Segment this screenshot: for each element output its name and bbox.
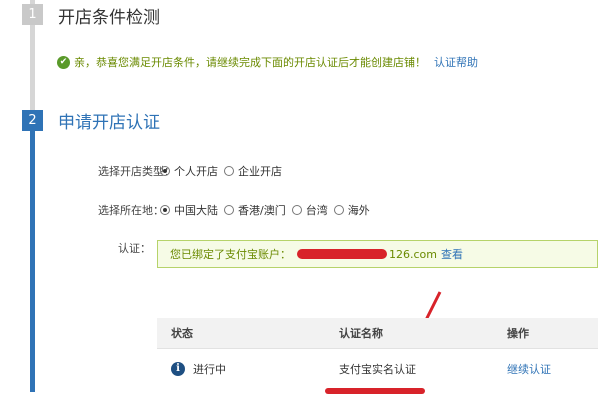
auth-table: 状态 认证名称 操作 i 进行中 支付宝实名认证 继续认证 [157,318,598,392]
table-header: 状态 认证名称 操作 [157,318,598,349]
row-auth-name: 支付宝实名认证 [339,363,416,376]
header-status: 状态 [171,327,193,340]
table-row: i 进行中 支付宝实名认证 继续认证 [157,349,598,389]
row-status: i 进行中 [157,361,327,377]
info-icon: i [171,362,185,376]
header-auth-name: 认证名称 [339,327,383,340]
header-action: 操作 [507,327,529,340]
redaction-mark-bottom [325,388,425,394]
continue-auth-link[interactable]: 继续认证 [507,363,551,376]
row-action: 继续认证 [497,361,598,377]
